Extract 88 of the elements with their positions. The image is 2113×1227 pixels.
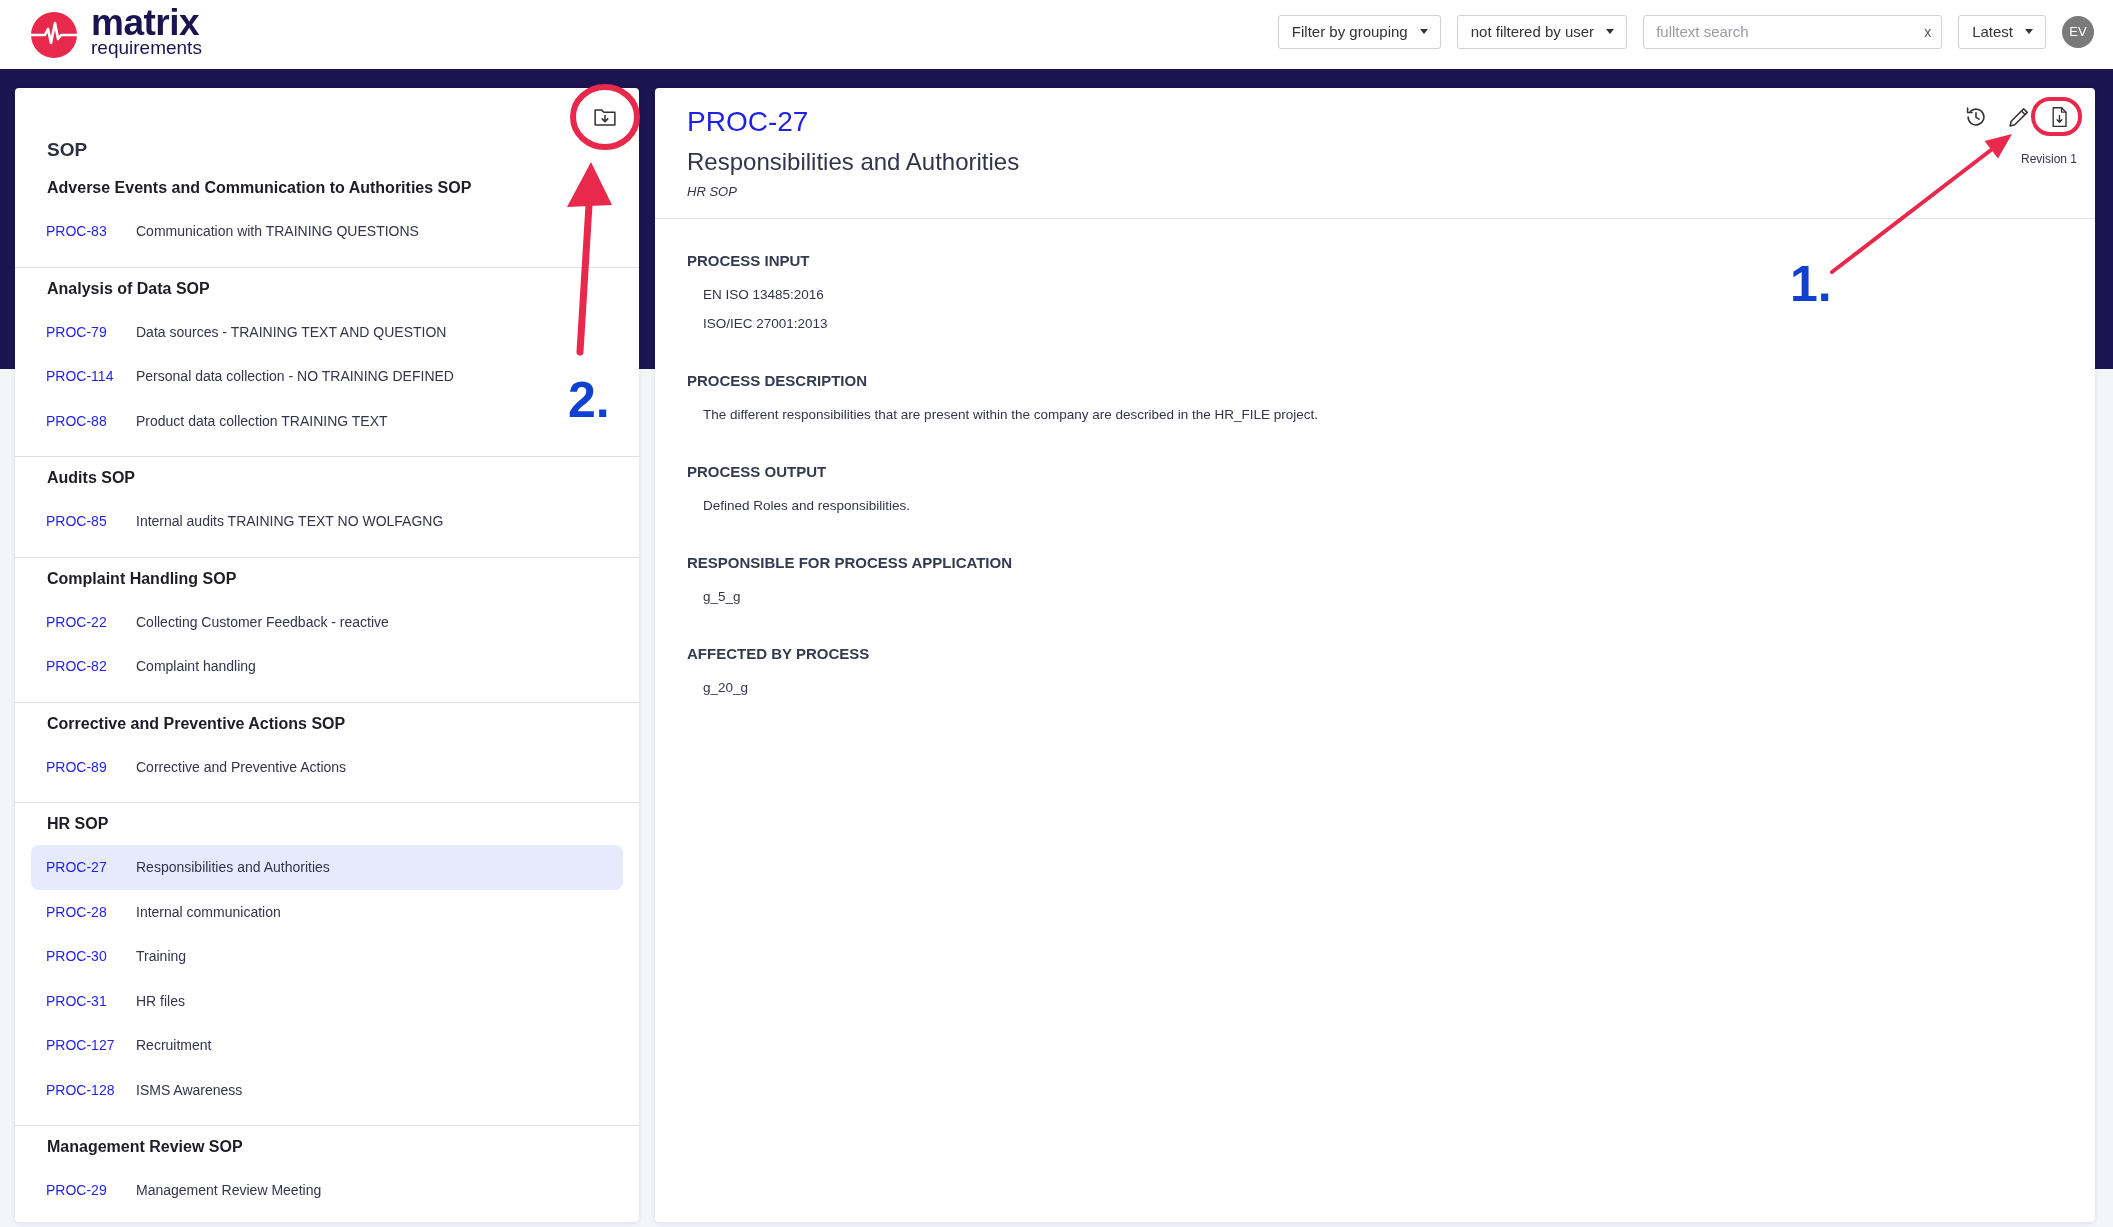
filter-dropdown[interactable]: Filter by grouping bbox=[1277, 14, 1441, 49]
revision-label: Revision 1 bbox=[2020, 151, 2077, 167]
document-title: Responsibilities and Authorities bbox=[687, 147, 1020, 177]
section-heading: PROCESS OUTPUT bbox=[687, 462, 827, 482]
version-dropdown[interactable]: Latest bbox=[1958, 14, 2046, 49]
section-heading: RESPONSIBLE FOR PROCESS APPLICATION bbox=[687, 553, 1013, 573]
field-value: g_5_g bbox=[703, 588, 741, 606]
item-title: Training bbox=[136, 948, 187, 965]
field-value: The different responsibilities that are present within the company are described in the HR_FILE project. bbox=[703, 406, 1319, 424]
tree-item[interactable]: PROC-30 Training bbox=[31, 934, 193, 979]
item-title: Internal audits TRAINING TEXT NO WOLFAGNG bbox=[136, 513, 444, 530]
group-heading: Audits SOP bbox=[46, 468, 135, 488]
group-heading: Management Review SOP bbox=[46, 1137, 243, 1157]
caret-icon bbox=[2025, 29, 2033, 34]
item-title: Management Review Meeting bbox=[136, 1182, 322, 1199]
item-title: Corrective and Preventive Actions bbox=[136, 758, 347, 775]
item-title: ISMS Awareness bbox=[136, 1081, 243, 1098]
item-title: Responsibilities and Authorities bbox=[136, 859, 330, 876]
field-value: Defined Roles and responsibilities. bbox=[703, 497, 911, 515]
item-id-link[interactable]: PROC-127 bbox=[46, 1037, 136, 1054]
document-category: HR SOP bbox=[687, 183, 737, 201]
folder-download-icon[interactable] bbox=[594, 108, 616, 126]
item-id-link[interactable]: PROC-128 bbox=[46, 1081, 136, 1098]
document-id-link[interactable]: PROC-27 bbox=[687, 105, 809, 139]
logo-wordmark: matrix bbox=[91, 6, 200, 39]
item-title: HR files bbox=[136, 992, 185, 1009]
callout-number: 1. bbox=[1790, 259, 1832, 309]
item-title: Personal data collection - NO TRAINING DEFINED bbox=[136, 368, 454, 385]
item-id-link[interactable]: PROC-114 bbox=[46, 368, 136, 385]
item-title: Data sources - TRAINING TEXT AND QUESTION bbox=[136, 323, 447, 340]
edit-icon[interactable] bbox=[2009, 107, 2029, 127]
tree-item[interactable]: PROC-29 Management Review Meeting bbox=[31, 1168, 328, 1213]
logo-tagline: requirements bbox=[91, 38, 202, 57]
item-id-link[interactable]: PROC-89 bbox=[46, 758, 136, 775]
item-title: Recruitment bbox=[136, 1037, 212, 1054]
field-value: g_20_g bbox=[703, 679, 749, 697]
group-heading: Corrective and Preventive Actions SOP bbox=[46, 713, 346, 734]
item-title: Internal communication bbox=[136, 903, 281, 920]
caret-icon bbox=[1606, 29, 1615, 34]
item-title: Collecting Customer Feedback - reactive bbox=[136, 613, 389, 630]
group-heading: HR SOP bbox=[46, 814, 109, 834]
item-id-link[interactable]: PROC-30 bbox=[46, 948, 136, 965]
section-heading: AFFECTED BY PROCESS bbox=[687, 644, 870, 664]
group-heading: Complaint Handling SOP bbox=[46, 568, 237, 589]
logo-icon bbox=[31, 11, 77, 58]
highlight-ring bbox=[2031, 97, 2082, 136]
tree-item[interactable]: PROC-127 Recruitment bbox=[31, 1023, 218, 1068]
item-id-link[interactable]: PROC-29 bbox=[46, 1182, 136, 1199]
group-heading: Analysis of Data SOP bbox=[46, 278, 210, 299]
item-id-link[interactable]: PROC-31 bbox=[46, 992, 136, 1009]
tree-item[interactable]: PROC-114 Personal data collection - NO TRAINING DEFINED bbox=[31, 354, 460, 399]
tree-item[interactable]: PROC-83 Communication with TRAINING QUESTIONS bbox=[31, 209, 425, 254]
caret-icon bbox=[1419, 29, 1428, 34]
tree-item[interactable]: PROC-22 Collecting Customer Feedback - reactive bbox=[31, 599, 395, 644]
history-icon[interactable] bbox=[1966, 107, 1986, 127]
item-title: Communication with TRAINING QUESTIONS bbox=[136, 223, 419, 240]
item-id-link[interactable]: PROC-27 bbox=[46, 859, 136, 876]
group-heading: Adverse Events and Communication to Authorities SOP bbox=[46, 178, 472, 198]
clear-search-button[interactable]: x bbox=[1922, 23, 1934, 40]
tree-title: SOP bbox=[46, 138, 89, 162]
section-heading: PROCESS INPUT bbox=[687, 251, 810, 271]
tree-item[interactable]: PROC-79 Data sources - TRAINING TEXT AND QUESTION bbox=[31, 309, 453, 354]
tree-item[interactable]: PROC-31 HR files bbox=[31, 978, 191, 1023]
section-heading: PROCESS DESCRIPTION bbox=[687, 371, 868, 391]
tree-item[interactable]: PROC-82 Complaint handling bbox=[31, 644, 262, 689]
item-title: Complaint handling bbox=[136, 658, 256, 675]
field-value: EN ISO 13485:2016 bbox=[703, 286, 824, 304]
item-id-link[interactable]: PROC-83 bbox=[46, 223, 136, 240]
tree-item[interactable]: PROC-85 Internal audits TRAINING TEXT NO WOLFAGNG bbox=[31, 499, 450, 544]
item-id-link[interactable]: PROC-79 bbox=[46, 323, 136, 340]
tree-item[interactable]: PROC-128 ISMS Awareness bbox=[31, 1067, 249, 1112]
callout-number: 2. bbox=[568, 375, 610, 425]
item-id-link[interactable]: PROC-82 bbox=[46, 658, 136, 675]
item-id-link[interactable]: PROC-85 bbox=[46, 513, 136, 530]
item-id-link[interactable]: PROC-28 bbox=[46, 903, 136, 920]
filter-dropdown[interactable]: not filtered by user bbox=[1456, 14, 1628, 49]
file-download-icon[interactable] bbox=[2052, 107, 2067, 127]
highlight-ring bbox=[570, 84, 640, 150]
tree-item[interactable]: PROC-88 Product data collection TRAINING TEXT bbox=[31, 398, 394, 443]
search-field[interactable]: fulltext search x bbox=[1643, 14, 1943, 49]
tree-item[interactable]: PROC-89 Corrective and Preventive Actions bbox=[31, 744, 353, 789]
item-id-link[interactable]: PROC-88 bbox=[46, 412, 136, 429]
item-id-link[interactable]: PROC-22 bbox=[46, 613, 136, 630]
tree-item[interactable]: PROC-28 Internal communication bbox=[31, 889, 287, 934]
item-title: Product data collection TRAINING TEXT bbox=[136, 412, 388, 429]
tree-item[interactable]: PROC-27 Responsibilities and Authorities bbox=[31, 845, 623, 890]
user-avatar[interactable]: EV bbox=[2062, 15, 2094, 48]
field-value: ISO/IEC 27001:2013 bbox=[703, 315, 828, 333]
